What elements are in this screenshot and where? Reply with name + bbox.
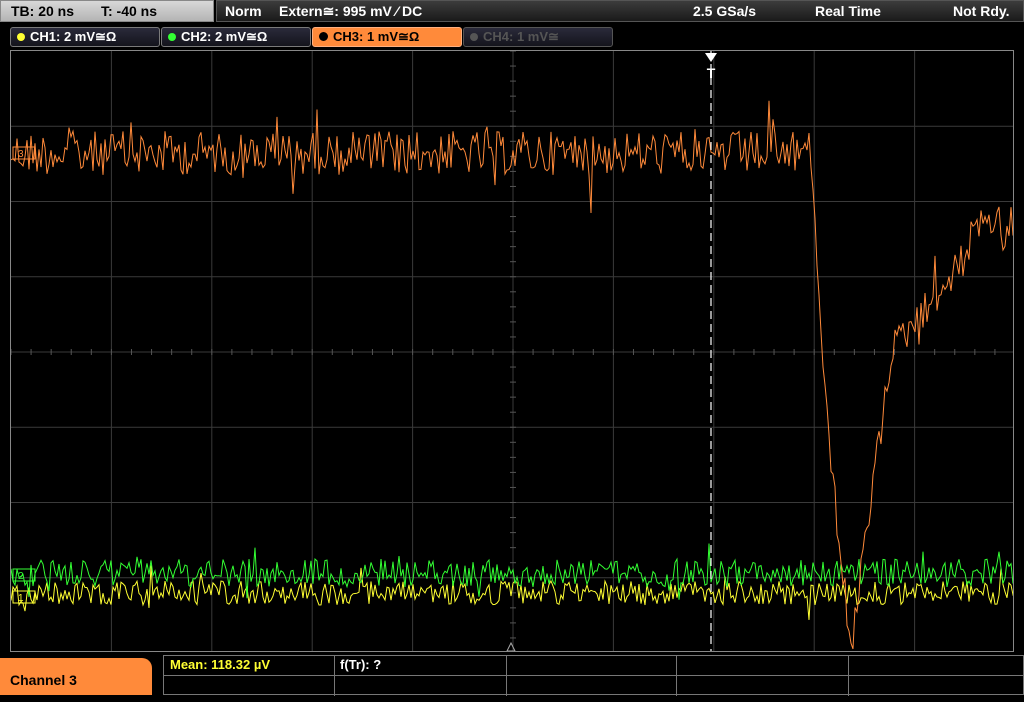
meas-divider-h [164,675,1024,676]
ch2-label: CH2: 2 mV≅Ω [181,29,268,44]
position-marker-icon [506,641,516,651]
trigger-marker-label: T [707,65,716,81]
waveform-svg: T 3 2 1 [11,51,1013,651]
trigger-status: Not Rdy. [953,3,1010,19]
ch3-label: CH3: 1 mV≅Ω [333,29,420,44]
meas-divider-2 [506,656,507,696]
trigger-offset-value[interactable]: T: -40 ns [101,1,157,22]
ch3-marker-label: 3 [18,149,24,160]
ch4-dot-icon [470,33,478,41]
trigger-arrow-icon[interactable] [705,53,717,62]
ch1-marker-label: 1 [18,593,24,604]
timebase-value[interactable]: TB: 20 ns [11,1,74,22]
ch4-label: CH4: 1 mV≅ [483,29,559,44]
channel-3-button[interactable]: Channel 3 [0,658,152,695]
ch2-dot-icon [168,33,176,41]
grid [11,51,1013,651]
tab-ch2[interactable]: CH2: 2 mV≅Ω [161,27,311,47]
meas-divider-4 [848,656,849,696]
sample-rate[interactable]: 2.5 GSa/s [693,1,756,22]
waveform-display[interactable]: T 3 2 1 [10,50,1014,652]
trigger-mode[interactable]: Norm [225,1,262,22]
acquisition-panel[interactable]: Norm Extern≅: 995 mV ⁄ DC 2.5 GSa/s Real… [216,0,1024,22]
timebase-panel[interactable]: TB: 20 ns T: -40 ns [0,0,214,22]
acquisition-mode[interactable]: Real Time [815,1,881,22]
meas-divider-1 [334,656,335,696]
trigger-source[interactable]: Extern≅: 995 mV ⁄ DC [279,1,422,22]
meas-divider-3 [676,656,677,696]
ftr-measurement: f(Tr): ? [340,657,382,672]
bottom-bar: Channel 3 Mean: 118.32 µV f(Tr): ? [0,655,1024,696]
tab-ch4[interactable]: CH4: 1 mV≅ [463,27,613,47]
ch1-ground-marker[interactable]: 1 [12,590,36,604]
measurement-panel[interactable]: Mean: 118.32 µV f(Tr): ? [163,655,1024,696]
ch2-marker-label: 2 [18,571,24,582]
ch1-label: CH1: 2 mV≅Ω [30,29,117,44]
tab-ch3[interactable]: CH3: 1 mV≅Ω [312,27,462,47]
ch1-dot-icon [17,33,25,41]
tab-ch1[interactable]: CH1: 2 mV≅Ω [10,27,160,47]
top-status-bar: TB: 20 ns T: -40 ns Norm Extern≅: 995 mV… [0,0,1024,24]
mean-measurement: Mean: 118.32 µV [170,657,270,672]
ch3-dot-icon [319,32,328,41]
